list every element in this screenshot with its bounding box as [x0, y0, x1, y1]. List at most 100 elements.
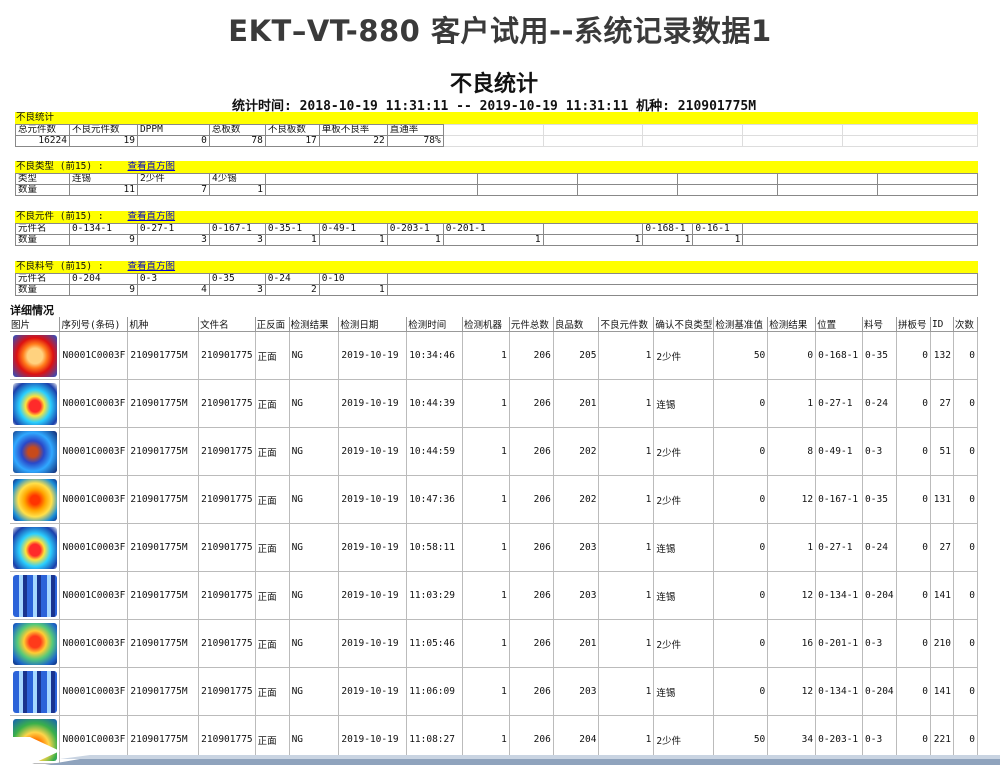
summary-val-0: 16224	[15, 135, 70, 147]
defect-part-name	[542, 223, 644, 235]
cell-result: NG	[289, 667, 340, 716]
cell-machine: 1	[462, 571, 510, 620]
summary-val-5: 22	[318, 135, 388, 147]
empty-cell	[477, 184, 578, 196]
inspection-thumbnail[interactable]	[12, 670, 57, 713]
defect-material-count: 9	[68, 284, 138, 296]
empty-cell	[642, 124, 744, 136]
table-row[interactable]: N0001C0003F 210901775M 210901775 正面 NG 2019-1…	[10, 667, 978, 716]
inspection-thumbnail[interactable]	[12, 526, 57, 569]
thumbnail-cell	[10, 427, 61, 476]
cell-time: 10:44:39	[406, 379, 464, 428]
empty-cell	[386, 284, 978, 296]
summary-val-4: 17	[264, 135, 320, 147]
cell-value: 1	[767, 523, 817, 572]
table-row[interactable]: N0001C0003F 210901775M 210901775 正面 NG 2019-1…	[10, 331, 978, 380]
empty-cell	[742, 135, 844, 147]
cell-good: 202	[553, 475, 600, 524]
cell-result: NG	[289, 571, 340, 620]
empty-cell	[542, 124, 644, 136]
defect-materials-header: 不良料号 (前15) : 查看直方图	[15, 261, 978, 273]
summary-col-2: DPPM	[136, 124, 210, 136]
table-row[interactable]: N0001C0003F 210901775M 210901775 正面 NG 2019-1…	[10, 571, 978, 620]
cell-bad: 1	[598, 427, 655, 476]
cell-value: 12	[767, 475, 817, 524]
cell-count: 0	[953, 571, 978, 620]
cell-value: 8	[767, 427, 817, 476]
cell-bad: 1	[598, 331, 655, 380]
detail-col-header: 机种	[127, 317, 200, 332]
defect-part-count: 1	[318, 234, 388, 246]
defect-material-count: 3	[208, 284, 266, 296]
cell-id: 51	[930, 427, 954, 476]
cell-side: 正面	[255, 571, 290, 620]
table-row[interactable]: N0001C0003F 210901775M 210901775 正面 NG 2019-1…	[10, 475, 978, 524]
cell-base: 0	[713, 379, 769, 428]
cell-side: 正面	[255, 379, 290, 428]
summary-col-5: 单板不良率	[318, 124, 388, 136]
detail-col-header: 序列号(条码)	[59, 317, 129, 332]
cell-good: 203	[553, 667, 600, 716]
cell-time: 10:44:59	[406, 427, 464, 476]
table-row[interactable]: N0001C0003F 210901775M 210901775 正面 NG 2019-1…	[10, 379, 978, 428]
cell-panel: 0	[896, 331, 931, 380]
empty-cell	[265, 184, 478, 196]
cell-count: 0	[953, 475, 978, 524]
cell-value: 1	[767, 379, 817, 428]
detail-col-header: ID	[930, 317, 954, 332]
defect-type-count: 11	[69, 184, 138, 196]
table-row[interactable]: N0001C0003F 210901775M 210901775 正面 NG 2019-1…	[10, 427, 978, 476]
cell-model: 210901775M	[127, 571, 200, 620]
cell-total: 206	[509, 619, 554, 668]
empty-cell	[742, 124, 844, 136]
detail-col-header: 图片	[10, 317, 61, 332]
defect-part-count: 9	[68, 234, 138, 246]
cell-id: 132	[930, 331, 954, 380]
cell-time: 11:06:09	[406, 667, 464, 716]
summary-table: 总元件数 不良元件数 DPPM 总板数 不良板数 单板不良率 直通率 16224…	[15, 124, 978, 147]
inspection-thumbnail[interactable]	[12, 574, 57, 617]
inspection-thumbnail[interactable]	[12, 334, 57, 377]
cell-result: NG	[289, 331, 340, 380]
cell-serial: N0001C0003F	[59, 379, 129, 428]
cell-bad: 1	[598, 379, 655, 428]
cell-part: 0-24	[862, 379, 898, 428]
cell-machine: 1	[462, 331, 510, 380]
summary-col-6: 直通率	[386, 124, 444, 136]
empty-cell	[677, 184, 778, 196]
detail-col-header: 元件总数	[509, 317, 554, 332]
cell-model: 210901775M	[127, 331, 200, 380]
inspection-thumbnail[interactable]	[12, 430, 57, 473]
defect-part-name: 0-168-1	[642, 223, 694, 235]
cell-bad: 1	[598, 523, 655, 572]
inspection-thumbnail[interactable]	[12, 622, 57, 665]
cell-value: 12	[767, 571, 817, 620]
summary-col-0: 总元件数	[15, 124, 70, 136]
cell-bad: 1	[598, 475, 655, 524]
empty-cell	[842, 124, 978, 136]
defect-parts-count-label: 数量	[15, 234, 70, 246]
defect-types-table: 类型 连锡 2少件 4少锡 数量 11 7 1	[15, 173, 978, 196]
cell-id: 27	[930, 379, 954, 428]
cell-pos: 0-27-1	[815, 379, 864, 428]
empty-cell	[442, 135, 544, 147]
table-row[interactable]: N0001C0003F 210901775M 210901775 正面 NG 2019-1…	[10, 523, 978, 572]
thumbnail-cell	[10, 619, 61, 668]
inspection-thumbnail[interactable]	[12, 478, 57, 521]
cell-machine: 1	[462, 619, 510, 668]
defect-parts-histogram-link[interactable]: 查看直方图	[128, 211, 176, 222]
cell-pos: 0-134-1	[815, 667, 864, 716]
defect-materials-histogram-link[interactable]: 查看直方图	[128, 261, 176, 272]
defect-types-histogram-link[interactable]: 查看直方图	[128, 161, 176, 172]
defect-part-count: 1	[692, 234, 744, 246]
cell-good: 201	[553, 379, 600, 428]
cell-panel: 0	[896, 427, 931, 476]
table-row[interactable]: N0001C0003F 210901775M 210901775 正面 NG 2019-1…	[10, 619, 978, 668]
defect-part-name: 0-35-1	[264, 223, 320, 235]
thumbnail-cell	[10, 379, 61, 428]
cell-time: 10:58:11	[406, 523, 464, 572]
inspection-thumbnail[interactable]	[12, 382, 57, 425]
cell-side: 正面	[255, 619, 290, 668]
cell-machine: 1	[462, 427, 510, 476]
slide-title: EKT–VT-880 客户试用--系统记录数据1	[228, 14, 772, 48]
